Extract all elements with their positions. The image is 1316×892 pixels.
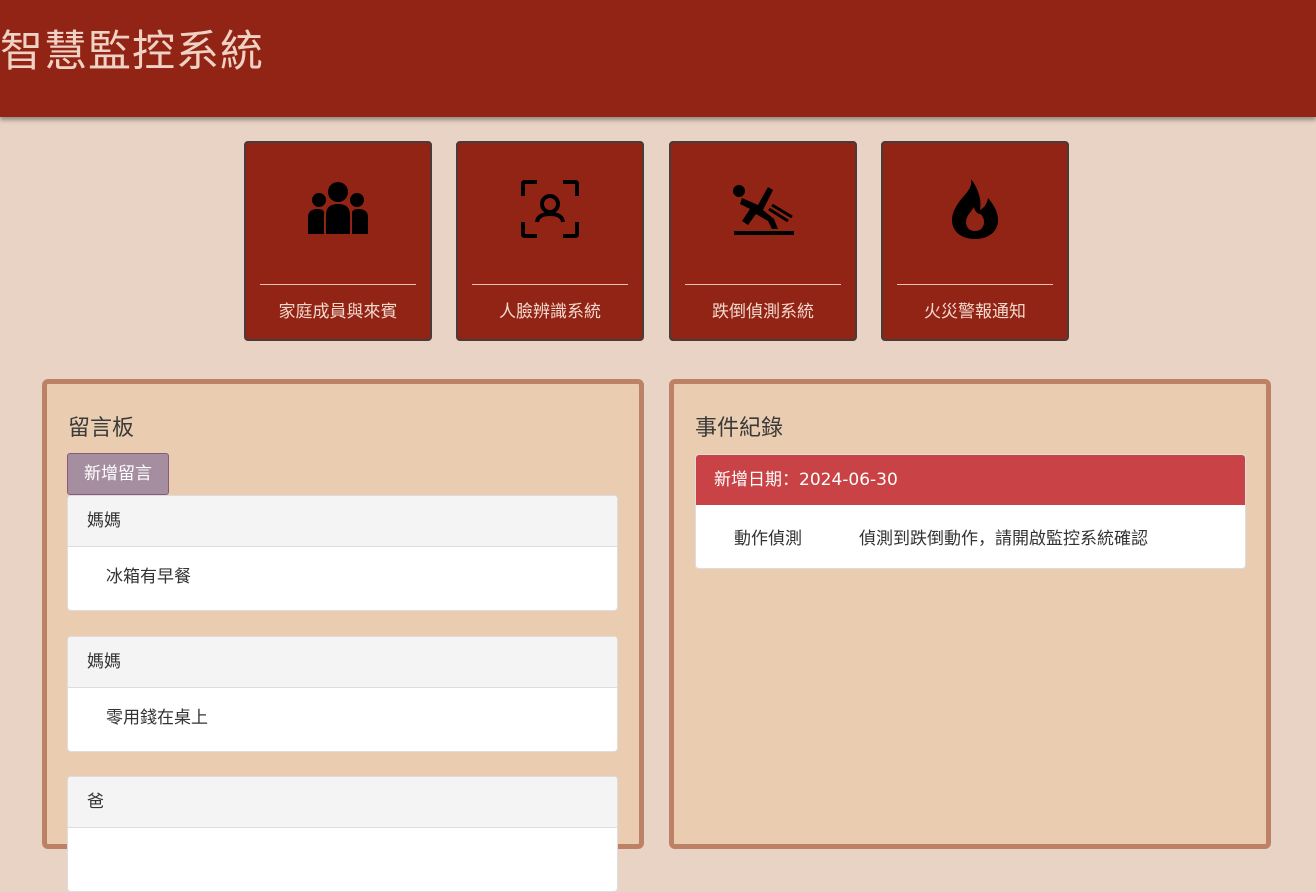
message-card: 媽媽 冰箱有早餐 <box>67 495 618 611</box>
event-date-header: 新增日期：2024-06-30 <box>696 455 1245 505</box>
tile-label: 家庭成員與來賓 <box>278 302 398 322</box>
message-board-title: 留言板 <box>68 416 135 441</box>
message-content <box>68 828 617 891</box>
message-content: 零用錢在桌上 <box>106 708 208 728</box>
event-type: 動作偵測 <box>734 529 802 549</box>
message-content: 冰箱有早餐 <box>106 567 191 587</box>
message-card: 媽媽 零用錢在桌上 <box>67 636 618 752</box>
tile-family-members[interactable]: 家庭成員與來賓 <box>244 141 432 341</box>
message-card: 爸 <box>67 776 618 892</box>
person-falling-icon <box>671 177 855 241</box>
event-log-title: 事件紀錄 <box>695 416 784 441</box>
fire-icon <box>883 177 1067 241</box>
message-author: 媽媽 <box>68 637 617 688</box>
event-log-panel: 事件紀錄 新增日期：2024-06-30 動作偵測 偵測到跌倒動作，請開啟監控系… <box>669 379 1271 849</box>
message-author: 爸 <box>68 777 617 828</box>
message-board-panel: 留言板 新增留言 媽媽 冰箱有早餐 媽媽 零用錢在桌上 爸 <box>42 379 644 892</box>
event-description: 偵測到跌倒動作，請開啟監控系統確認 <box>859 529 1148 549</box>
message-author: 媽媽 <box>68 496 617 547</box>
add-message-button[interactable]: 新增留言 <box>67 453 169 495</box>
tile-divider <box>897 284 1053 285</box>
tile-divider <box>260 284 416 285</box>
tile-face-recognition[interactable]: 人臉辨識系統 <box>456 141 644 341</box>
people-group-icon <box>246 177 430 241</box>
tile-label: 跌倒偵測系統 <box>712 302 814 322</box>
face-recognition-icon <box>458 177 642 241</box>
tile-label: 人臉辨識系統 <box>499 302 601 322</box>
tile-divider <box>685 284 841 285</box>
tile-divider <box>472 284 628 285</box>
event-row: 動作偵測 偵測到跌倒動作，請開啟監控系統確認 <box>696 505 1245 568</box>
tile-fire-alarm[interactable]: 火災警報通知 <box>881 141 1069 341</box>
event-card: 新增日期：2024-06-30 動作偵測 偵測到跌倒動作，請開啟監控系統確認 <box>695 454 1246 569</box>
tile-label: 火災警報通知 <box>924 302 1026 322</box>
app-header: 智慧監控系統 <box>0 0 1316 117</box>
app-title: 智慧監控系統 <box>0 27 264 77</box>
tile-fall-detection[interactable]: 跌倒偵測系統 <box>669 141 857 341</box>
